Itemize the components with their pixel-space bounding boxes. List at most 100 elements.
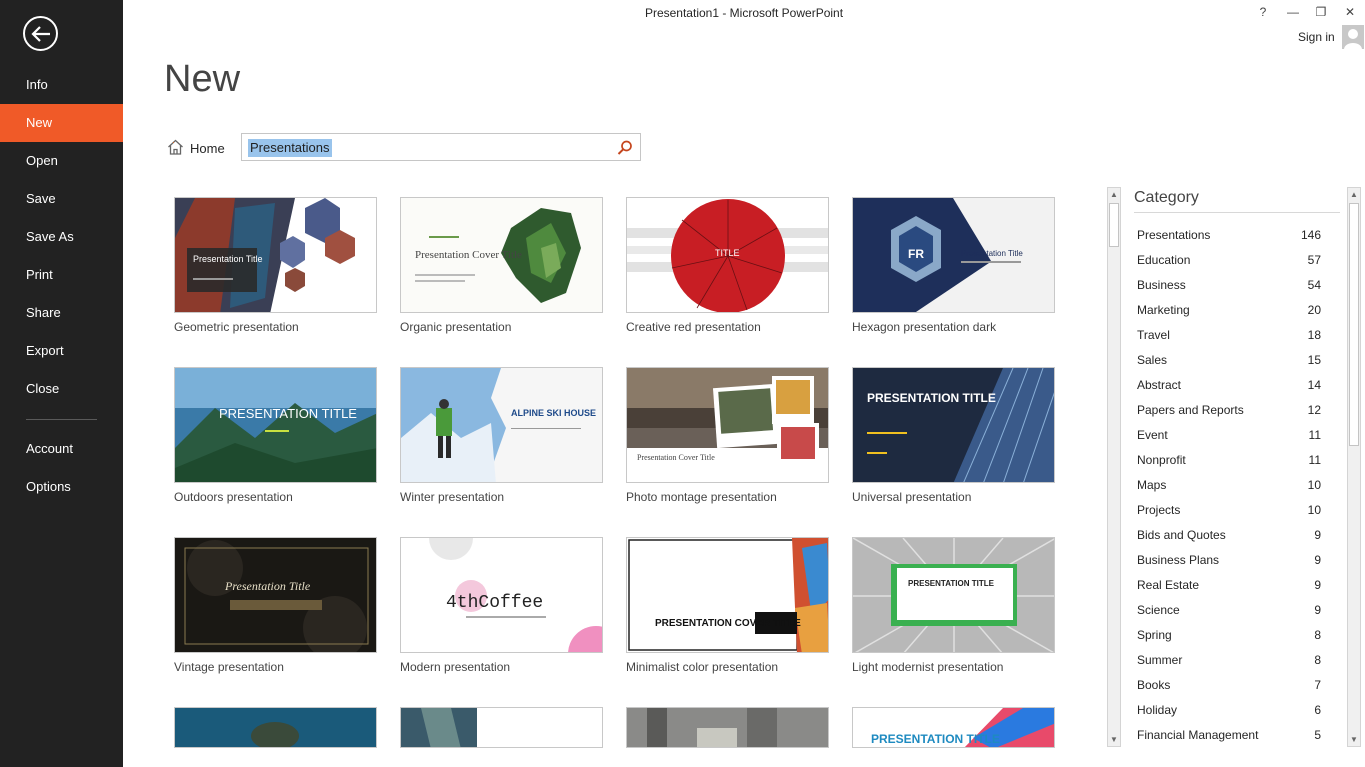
- category-item[interactable]: Bids and Quotes 9: [1137, 525, 1321, 547]
- template-label: Modern presentation: [400, 660, 511, 674]
- category-item[interactable]: Event 11: [1137, 425, 1321, 447]
- category-divider: [1134, 212, 1340, 213]
- category-item[interactable]: Presentations 146: [1137, 225, 1321, 247]
- nav-open[interactable]: Open: [0, 142, 123, 180]
- back-arrow-icon[interactable]: [23, 16, 58, 51]
- nav-options[interactable]: Options: [0, 468, 123, 506]
- category-item[interactable]: Marketing 20: [1137, 300, 1321, 322]
- template-thumbnail[interactable]: TITLE: [626, 197, 829, 313]
- category-item[interactable]: Business 54: [1137, 275, 1321, 297]
- nav-save[interactable]: Save: [0, 180, 123, 218]
- template-thumbnail[interactable]: Presentation Title: [174, 197, 377, 313]
- template-thumbnail[interactable]: PRESENTATION COVER TITLE: [626, 537, 829, 653]
- template-thumbnail[interactable]: PRESENTATION TITLE: [852, 707, 1055, 748]
- thumb-text: PRESENTATION TITLE: [871, 732, 1000, 746]
- nav-export[interactable]: Export: [0, 332, 123, 370]
- category-scrollbar[interactable]: ▲ ▼: [1347, 187, 1361, 747]
- minimize-button[interactable]: —: [1279, 2, 1307, 22]
- scroll-up-arrow-icon[interactable]: ▲: [1108, 188, 1120, 201]
- template-thumbnail[interactable]: PRESENTATION TITLE: [852, 537, 1055, 653]
- nav-account[interactable]: Account: [0, 430, 123, 468]
- help-icon[interactable]: ?: [1249, 2, 1277, 22]
- category-item[interactable]: Abstract 14: [1137, 375, 1321, 397]
- template-thumbnail[interactable]: [400, 707, 603, 748]
- home-breadcrumb[interactable]: Home: [167, 139, 225, 158]
- template-thumbnail[interactable]: PRESENTATION TITLE: [174, 367, 377, 483]
- template-label: Vintage presentation: [174, 660, 284, 674]
- restore-button[interactable]: ❐: [1307, 2, 1335, 22]
- window-title: Presentation1 - Microsoft PowerPoint: [644, 6, 844, 20]
- category-item[interactable]: Summer 8: [1137, 650, 1321, 672]
- template-thumbnail[interactable]: [626, 707, 829, 748]
- thumb-text: PRESENTATION TITLE: [867, 391, 996, 405]
- nav-info[interactable]: Info: [0, 66, 123, 104]
- template-thumbnail[interactable]: Presentation Cover Title: [626, 367, 829, 483]
- template-thumbnail[interactable]: ALPINE SKI HOUSE: [400, 367, 603, 483]
- scroll-up-arrow-icon[interactable]: ▲: [1348, 188, 1360, 201]
- template-thumbnail[interactable]: 4thCoffee: [400, 537, 603, 653]
- nav-close[interactable]: Close: [0, 370, 123, 408]
- nav-save-as[interactable]: Save As: [0, 218, 123, 256]
- avatar[interactable]: [1342, 25, 1364, 49]
- category-item[interactable]: Business Plans 9: [1137, 550, 1321, 572]
- scroll-down-arrow-icon[interactable]: ▼: [1348, 733, 1360, 746]
- svg-text:FR: FR: [908, 247, 924, 261]
- thumb-text: PRESENTATION COVER TITLE: [655, 618, 801, 629]
- category-item[interactable]: Financial Management 5: [1137, 725, 1321, 747]
- thumb-text: ALPINE SKI HOUSE: [511, 408, 596, 418]
- category-item[interactable]: Nonprofit 11: [1137, 450, 1321, 472]
- search-input[interactable]: [248, 138, 608, 158]
- templates-scrollbar[interactable]: ▲ ▼: [1107, 187, 1121, 747]
- category-item[interactable]: Papers and Reports 12: [1137, 400, 1321, 422]
- template-search: Presentations: [241, 133, 641, 161]
- home-icon: [167, 139, 184, 158]
- category-item[interactable]: Real Estate 9: [1137, 575, 1321, 597]
- nav-divider: [26, 419, 97, 420]
- category-item[interactable]: Books 7: [1137, 675, 1321, 697]
- template-label: Organic presentation: [400, 320, 512, 334]
- thumb-text: 4thCoffee: [446, 593, 543, 613]
- sign-in-link[interactable]: Sign in: [1298, 30, 1335, 44]
- category-item[interactable]: Spring 8: [1137, 625, 1321, 647]
- scroll-down-arrow-icon[interactable]: ▼: [1108, 733, 1120, 746]
- scrollbar-thumb[interactable]: [1109, 203, 1119, 247]
- thumb-text: PRESENTATION TITLE: [219, 406, 357, 421]
- home-label: Home: [190, 141, 225, 156]
- nav-new[interactable]: New: [0, 104, 123, 142]
- template-thumbnail[interactable]: PRESENTATION TITLE: [852, 367, 1055, 483]
- category-item[interactable]: Travel 18: [1137, 325, 1321, 347]
- nav-print[interactable]: Print: [0, 256, 123, 294]
- template-label: Outdoors presentation: [174, 490, 293, 504]
- category-item[interactable]: Projects 10: [1137, 500, 1321, 522]
- thumb-text: Presentation Title: [961, 249, 1023, 258]
- template-label: Light modernist presentation: [852, 660, 1004, 674]
- search-icon[interactable]: [616, 139, 634, 157]
- thumb-text: Presentation Cover Title: [637, 453, 715, 462]
- backstage-nav: Info New Open Save Save As Print Share E…: [0, 0, 123, 767]
- category-item[interactable]: Education 57: [1137, 250, 1321, 272]
- template-label: Creative red presentation: [626, 320, 761, 334]
- thumb-text: Presentation Title: [193, 254, 263, 264]
- template-label: Minimalist color presentation: [626, 660, 779, 674]
- template-label: Winter presentation: [400, 490, 505, 504]
- template-thumbnail[interactable]: FR Presentation Title: [852, 197, 1055, 313]
- template-thumbnail[interactable]: Presentation Title: [174, 537, 377, 653]
- page-title: New: [164, 58, 241, 100]
- scrollbar-thumb[interactable]: [1349, 203, 1359, 446]
- template-label: Universal presentation: [852, 490, 972, 504]
- category-item[interactable]: Maps 10: [1137, 475, 1321, 497]
- thumb-text: TITLE: [715, 248, 740, 258]
- thumb-text: Presentation Cover Title: [415, 249, 522, 261]
- close-button[interactable]: ✕: [1336, 2, 1364, 22]
- template-label: Photo montage presentation: [626, 490, 777, 504]
- category-item[interactable]: Sales 15: [1137, 350, 1321, 372]
- template-label: Geometric presentation: [174, 320, 299, 334]
- thumb-text: PRESENTATION TITLE: [908, 579, 995, 588]
- category-item[interactable]: Science 9: [1137, 600, 1321, 622]
- nav-share[interactable]: Share: [0, 294, 123, 332]
- template-thumbnail[interactable]: [174, 707, 377, 748]
- category-title: Category: [1134, 189, 1199, 206]
- thumb-text: Presentation Title: [224, 579, 311, 593]
- category-item[interactable]: Holiday 6: [1137, 700, 1321, 722]
- template-thumbnail[interactable]: Presentation Cover Title: [400, 197, 603, 313]
